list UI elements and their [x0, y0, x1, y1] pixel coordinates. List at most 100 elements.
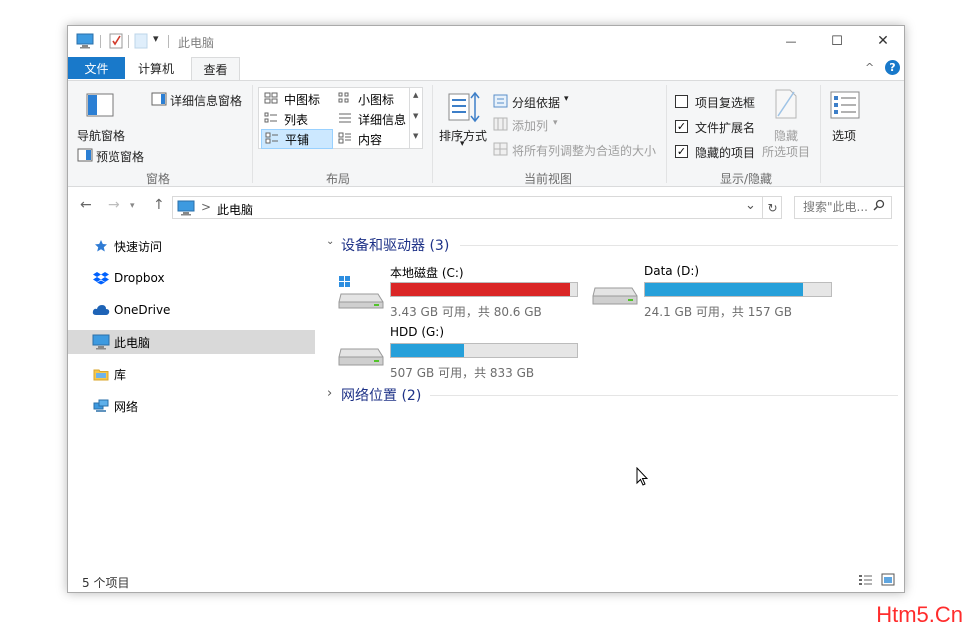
computer-icon — [76, 33, 94, 52]
scroll-up-icon[interactable]: ▲ — [413, 91, 418, 99]
file-extensions-label: 文件扩展名 — [695, 121, 756, 135]
help-icon[interactable]: ? — [885, 60, 900, 75]
drive-g-tile[interactable]: HDD (G:) 507 GB 可用，共 833 GB — [338, 325, 588, 381]
search-input[interactable]: 搜索"此电... — [794, 196, 892, 219]
dropbox-icon — [92, 269, 110, 287]
sidebar-item-label: 此电脑 — [114, 335, 151, 350]
network-icon — [92, 397, 110, 415]
mouse-cursor-icon — [636, 466, 649, 489]
scroll-down-icon[interactable]: ▼ — [413, 112, 418, 120]
maximize-icon: ☐ — [831, 33, 843, 49]
drive-d-tile[interactable]: Data (D:) 24.1 GB 可用，共 157 GB — [592, 264, 842, 320]
network-expand-icon[interactable]: › — [327, 386, 332, 401]
drive-free-space: 507 GB 可用，共 833 GB — [390, 366, 535, 380]
layout-tiles[interactable]: 平铺 — [261, 129, 333, 149]
network-section-header[interactable]: 网络位置 (2) — [341, 385, 421, 405]
tab-view[interactable]: 查看 — [191, 57, 240, 81]
address-bar[interactable]: > 此电脑 ⌄ — [172, 196, 782, 219]
layout-group-label: 布局 — [325, 172, 350, 186]
tab-file[interactable]: 文件 — [68, 57, 125, 79]
layout-small-icons-label: 小图标 — [358, 92, 395, 107]
close-button[interactable]: ✕ — [860, 26, 904, 56]
add-columns-button[interactable]: 添加列 — [512, 117, 548, 134]
sidebar-item-network[interactable]: 网络 — [68, 394, 315, 418]
drive-name: 本地磁盘 (C:) — [390, 266, 464, 280]
layout-list-label: 列表 — [284, 112, 309, 127]
address-dropdown-icon[interactable]: ⌄ — [745, 198, 756, 213]
more-layouts-icon[interactable]: ▼ — [413, 132, 418, 140]
layout-medium-icons[interactable]: 中图标 — [261, 89, 333, 109]
layout-scroller[interactable]: ▲ ▼ ▼ — [409, 88, 422, 148]
watermark-text: Htm5.Cn — [876, 602, 963, 627]
devices-collapse-icon[interactable]: ⌄ — [326, 236, 334, 247]
sidebar-item-label: Dropbox — [114, 271, 165, 285]
sidebar-item-onedrive[interactable]: OneDrive — [68, 298, 315, 322]
details-view-icon[interactable] — [858, 574, 873, 589]
new-folder-icon[interactable] — [134, 33, 148, 52]
options-button[interactable]: 选项 — [832, 127, 856, 144]
system-drive-icon — [338, 276, 384, 313]
cloud-icon — [92, 301, 110, 319]
file-extensions-checkbox[interactable]: ✓ — [675, 120, 688, 133]
drive-name: HDD (G:) — [390, 325, 445, 339]
layout-tiles-label: 平铺 — [285, 132, 310, 147]
refresh-icon: ↻ — [767, 200, 778, 215]
forward-icon[interactable]: → — [108, 197, 120, 213]
add-columns-icon — [493, 117, 508, 134]
layout-list[interactable]: 列表 — [261, 109, 333, 129]
computer-icon — [177, 200, 195, 219]
show-hide-group-label: 显示/隐藏 — [719, 172, 773, 186]
drive-usage-bar — [644, 282, 832, 297]
sidebar-item-quick-access[interactable]: 快速访问 — [68, 234, 315, 258]
layout-details[interactable]: 详细信息 — [335, 109, 409, 129]
file-explorer-window: ▾ 此电脑 — ☐ ✕ 文件 计算机 查看 ^ ? 导航窗格 预览窗格 详细信息… — [67, 25, 905, 593]
sidebar-item-label: 网络 — [114, 399, 139, 414]
minimize-button[interactable]: — — [768, 26, 814, 56]
refresh-button[interactable]: ↻ — [762, 196, 782, 219]
hard-drive-icon — [592, 284, 638, 309]
devices-section-divider — [460, 245, 898, 246]
tiles-icon — [265, 132, 279, 147]
breadcrumb-separator[interactable]: > — [201, 200, 211, 214]
status-item-count: 5 个项目 — [82, 576, 130, 590]
group-by-dropdown-icon: ▾ — [564, 94, 569, 104]
properties-icon[interactable] — [109, 33, 123, 52]
hide-selected-button[interactable]: 隐藏 — [774, 127, 798, 144]
sidebar-item-libraries[interactable]: 库 — [68, 362, 315, 386]
hidden-items-label: 隐藏的项目 — [695, 146, 756, 160]
drive-c-tile[interactable]: 本地磁盘 (C:) 3.43 GB 可用，共 80.6 GB — [338, 264, 588, 320]
minimize-icon: — — [785, 34, 797, 48]
drive-usage-fill — [391, 344, 464, 357]
back-icon[interactable]: ← — [80, 197, 92, 213]
sidebar-item-this-pc[interactable]: 此电脑 — [68, 330, 315, 354]
drive-usage-fill — [391, 283, 570, 296]
layout-content[interactable]: 内容 — [335, 129, 409, 149]
hide-selected-icon — [774, 89, 798, 122]
group-by-button[interactable]: 分组依据 — [512, 94, 560, 111]
layout-small-icons[interactable]: 小图标 — [335, 89, 409, 109]
details-pane-button[interactable]: 详细信息窗格 — [170, 92, 242, 109]
fit-columns-button[interactable]: 将所有列调整为合适的大小 — [512, 142, 656, 159]
computer-icon — [92, 333, 110, 351]
recent-locations-icon[interactable]: ▾ — [130, 201, 135, 211]
collapse-ribbon-icon[interactable]: ^ — [865, 61, 874, 74]
navigation-pane-button[interactable]: 导航窗格 — [77, 127, 125, 144]
up-icon[interactable]: ↑ — [153, 197, 165, 213]
breadcrumb-this-pc[interactable]: 此电脑 — [217, 201, 253, 218]
sidebar-item-dropbox[interactable]: Dropbox — [68, 266, 315, 290]
maximize-button[interactable]: ☐ — [814, 26, 860, 56]
customize-quick-access-icon[interactable]: ▾ — [153, 32, 159, 45]
drive-free-space: 24.1 GB 可用，共 157 GB — [644, 305, 792, 319]
hidden-items-checkbox[interactable]: ✓ — [675, 145, 688, 158]
library-icon — [92, 365, 110, 383]
layout-details-label: 详细信息 — [358, 112, 407, 127]
title-bar: ▾ 此电脑 — ☐ ✕ — [68, 26, 904, 56]
tab-computer[interactable]: 计算机 — [125, 57, 187, 80]
panes-group-label: 窗格 — [145, 172, 170, 186]
layout-medium-icons-label: 中图标 — [284, 92, 321, 107]
devices-section-header[interactable]: 设备和驱动器 (3) — [341, 235, 449, 255]
preview-pane-button[interactable]: 预览窗格 — [96, 148, 144, 165]
item-checkboxes-checkbox[interactable] — [675, 95, 688, 108]
address-row: ← → ▾ ↑ > 此电脑 ⌄ ↻ 搜索"此电... — [68, 194, 904, 220]
large-icons-view-icon[interactable] — [881, 573, 895, 589]
